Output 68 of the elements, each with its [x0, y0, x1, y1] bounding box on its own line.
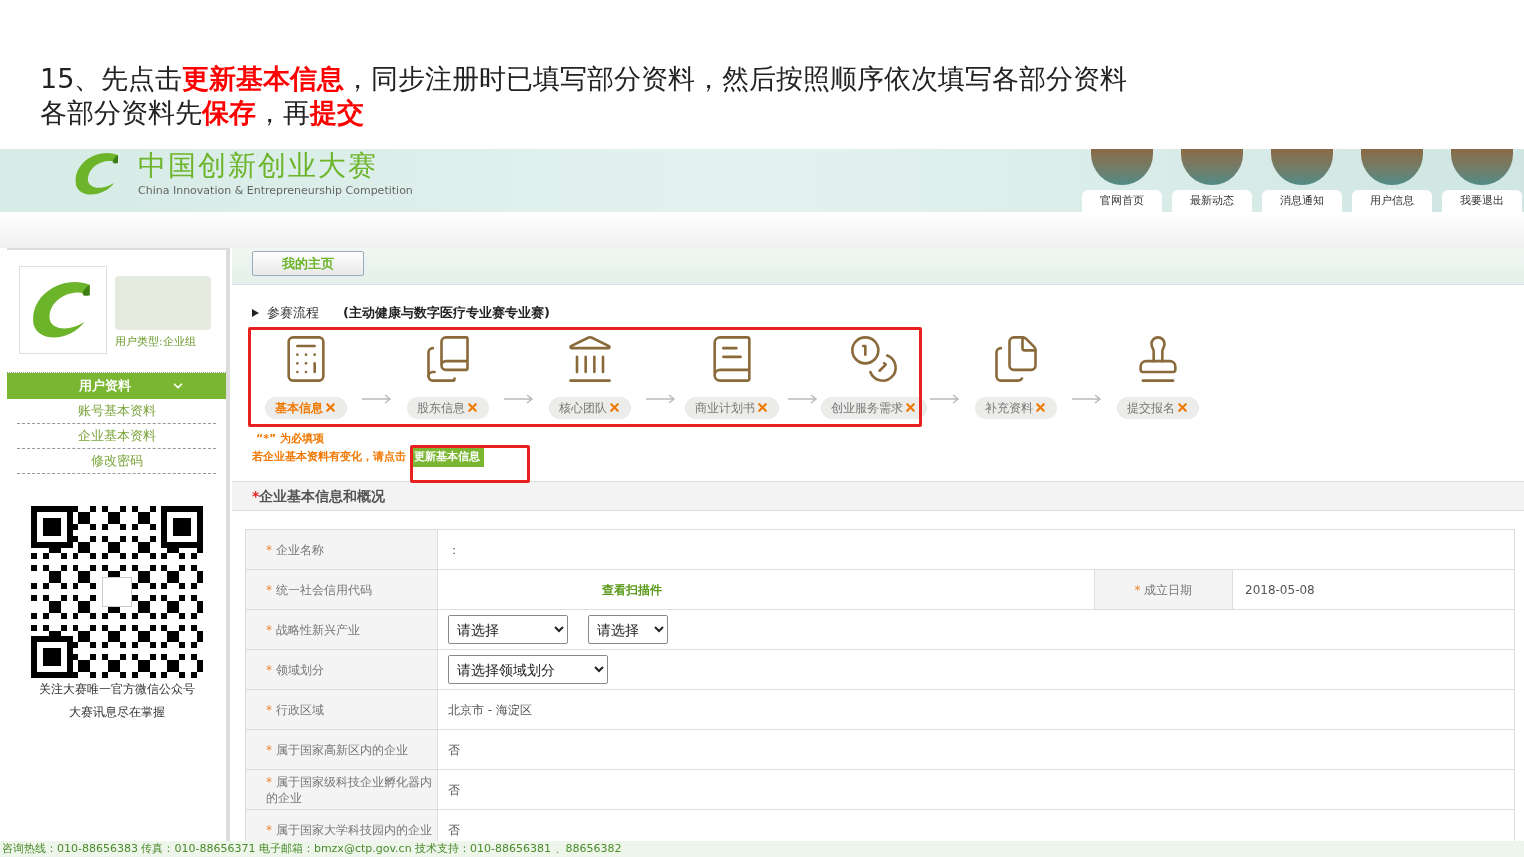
arrow-icon [1072, 393, 1102, 404]
arrow-icon [930, 393, 960, 404]
dropdown[interactable]: 请选择 [588, 615, 668, 644]
step-tab[interactable]: 股东信息 [407, 396, 489, 419]
nav-picture [1451, 149, 1513, 185]
menu-item[interactable]: 账号基本资料 [77, 401, 156, 421]
menu-item[interactable]: 企业基本资料 [77, 426, 156, 446]
field-label: * 行政区域 [266, 701, 324, 718]
arrow-icon [788, 393, 818, 404]
dropdown[interactable]: 请选择 [448, 615, 568, 644]
qr-caption: 大赛讯息尽在掌握 [68, 704, 165, 721]
field-label: * 企业名称 [266, 541, 324, 558]
step-tab[interactable]: 基本信息 [265, 396, 347, 419]
dropdown[interactable]: 请选择领域划分 [448, 655, 608, 684]
view-scan-link[interactable]: 查看扫描件 [602, 580, 662, 599]
field-value: 否 [448, 741, 460, 759]
field-label: * 领域划分 [266, 661, 324, 678]
update-hint: 若企业基本资料有变化，请点击 [252, 448, 406, 465]
field-value: 否 [448, 821, 460, 839]
home-tab[interactable]: 我的主页 [252, 251, 364, 276]
field-label: * 战略性新兴产业 [266, 621, 360, 638]
qr-caption: 关注大赛唯一官方微信公众号 [38, 681, 195, 698]
nav-picture [1361, 149, 1423, 185]
field-label: * 属于国家高新区内的企业 [266, 741, 408, 758]
cross-icon [608, 401, 621, 414]
field-label: * 统一社会信用代码 [266, 581, 372, 599]
user-type-text: 用户类型:企业组 [115, 334, 197, 350]
section-title: *企业基本信息和概况 [252, 486, 386, 506]
site-subtitle: China Innovation & Entrepreneurship Competition [138, 183, 413, 199]
menu-header[interactable]: 用户资料 [7, 373, 226, 399]
cross-icon [904, 401, 917, 414]
nav-tab[interactable]: 最新动态 [1172, 190, 1252, 212]
nav-picture [1091, 149, 1153, 185]
cross-icon [466, 401, 479, 414]
instruction-text: 各部分资料先保存，再提交 [40, 96, 365, 130]
step-tab[interactable]: 商业计划书 [685, 396, 779, 419]
field-label: * 属于国家级科技企业孵化器内的企业 [266, 773, 433, 806]
footer-text: 咨询热线：010-88656383 传真：010-88656371 电子邮箱：bmzx@ctp.gov.cn 技术支持：010-88656381 、88656382 [2, 843, 622, 855]
site-title: 中国创新创业大赛 [138, 149, 379, 183]
instruction-text: 15、先点击更新基本信息，同步注册时已填写部分资料，然后按照顺序依次填写各部分资料 [40, 62, 1129, 96]
nav-tab[interactable]: 我要退出 [1442, 190, 1522, 212]
field-label: * 成立日期 [1134, 581, 1193, 599]
field-value: 北京市 - 海淀区 [448, 701, 532, 719]
field-label: * 属于国家大学科技园内的企业 [266, 821, 432, 838]
nav-picture [1181, 149, 1243, 185]
field-value: 否 [448, 781, 460, 799]
process-label: 参赛流程 [267, 304, 319, 322]
step-tab[interactable]: 核心团队 [549, 396, 631, 419]
nav-tab[interactable]: 消息通知 [1262, 190, 1342, 212]
arrow-icon [646, 393, 676, 404]
field-value: ： [448, 541, 460, 559]
cross-icon [1034, 401, 1047, 414]
nav-tab[interactable]: 官网首页 [1082, 190, 1162, 212]
process-subtitle: (主动健康与数字医疗专业赛专业赛) [343, 304, 550, 322]
required-hint: “*” 为必填项 [255, 430, 326, 447]
menu-item[interactable]: 修改密码 [90, 451, 143, 471]
step-tab[interactable]: 补充资料 [975, 396, 1057, 419]
arrow-icon [362, 393, 392, 404]
cross-icon [324, 401, 337, 414]
field-value: 2018-05-08 [1245, 581, 1315, 599]
arrow-icon [504, 393, 534, 404]
expand-triangle-icon [252, 308, 259, 317]
cross-icon [756, 401, 769, 414]
cross-icon [1176, 401, 1189, 414]
nav-tab[interactable]: 用户信息 [1352, 190, 1432, 212]
nav-picture [1271, 149, 1333, 185]
step-tab[interactable]: 提交报名 [1117, 396, 1199, 419]
step-tab[interactable]: 创业服务需求 [821, 396, 927, 419]
